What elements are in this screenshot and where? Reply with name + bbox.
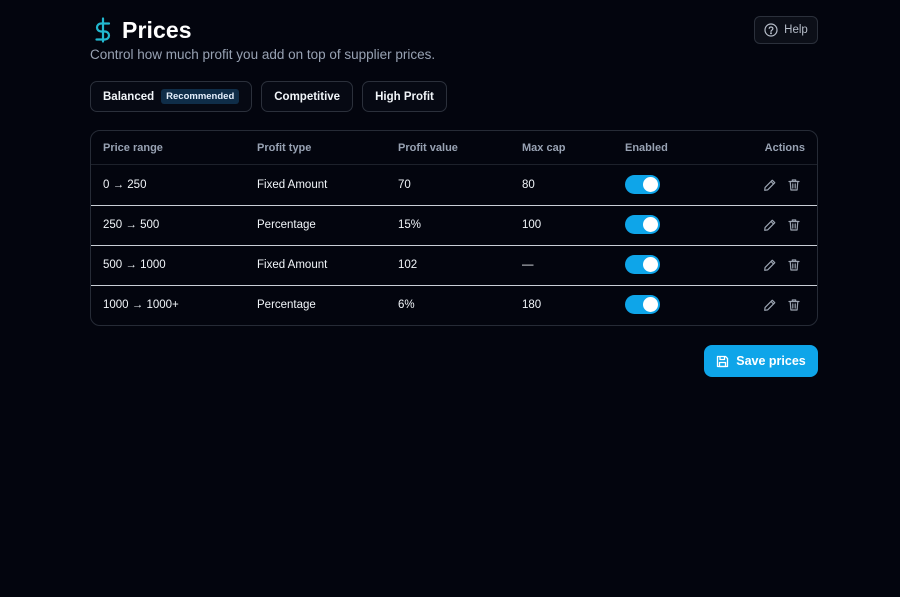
profit-value-cell: 102 [398,259,418,271]
max-cap-cell: 80 [522,179,535,191]
enabled-toggle[interactable] [625,255,660,274]
help-button-label: Help [784,24,808,36]
price-range-cell: 0 → 250 [103,179,147,191]
preset-label: Balanced [103,90,155,103]
profit-type-cell: Fixed Amount [257,259,328,271]
save-button-label: Save prices [736,354,806,368]
column-header-enabled: Enabled [625,142,668,154]
max-cap-cell: — [522,259,534,271]
price-range-cell: 500 → 1000 [103,259,166,271]
profit-type-cell: Percentage [257,299,316,311]
dollar-icon [92,16,114,44]
preset-label: Competitive [274,90,341,103]
save-prices-button[interactable]: Save prices [704,345,818,377]
table-row: 250 → 500 Percentage 15% 100 [91,206,817,246]
pencil-icon[interactable] [763,218,777,232]
title-row: Prices [90,14,192,46]
row-actions [763,178,801,192]
trash-icon[interactable] [787,218,801,232]
row-actions [763,298,801,312]
column-header-profit-value: Profit value [398,142,458,154]
prices-page: Prices Control how much profit you add o… [0,0,900,597]
preset-high-profit[interactable]: High Profit [362,81,447,112]
profit-value-cell: 15% [398,219,422,231]
column-header-actions: Actions [764,142,805,154]
profit-value-cell: 70 [398,179,411,191]
page-header: Prices Control how much profit you add o… [90,14,818,64]
preset-balanced[interactable]: Balanced Recommended [90,81,253,112]
trash-icon[interactable] [787,178,801,192]
toggle-knob [643,297,658,312]
profit-value-cell: 6% [398,299,415,311]
table-row: 500 → 1000 Fixed Amount 102 — [91,246,817,286]
price-range-cell: 250 → 500 [103,219,160,231]
column-header-price-range: Price range [103,142,163,154]
table-row: 1000 → 1000+ Percentage 6% 180 [91,286,817,325]
column-header-max-cap: Max cap [522,142,566,154]
table-row: 0 → 250 Fixed Amount 70 80 [91,166,817,206]
max-cap-cell: 180 [522,299,542,311]
toggle-knob [643,177,658,192]
pencil-icon[interactable] [763,178,777,192]
page-title: Prices [122,16,192,43]
max-cap-cell: 100 [522,219,542,231]
help-circle-icon [764,23,778,37]
profit-type-cell: Percentage [257,219,316,231]
pricing-table: Price range Profit type Profit value Max… [90,130,818,326]
preset-competitive[interactable]: Competitive [261,81,354,112]
enabled-toggle[interactable] [625,215,660,234]
trash-icon[interactable] [787,258,801,272]
enabled-toggle[interactable] [625,175,660,194]
table-header: Price range Profit type Profit value Max… [91,131,817,165]
page-subtitle: Control how much profit you add on top o… [90,47,436,62]
save-icon [716,355,729,368]
toggle-knob [643,257,658,272]
pencil-icon[interactable] [763,298,777,312]
column-header-profit-type: Profit type [257,142,312,154]
recommended-badge: Recommended [161,89,240,104]
help-button[interactable]: Help [754,16,818,44]
enabled-toggle[interactable] [625,295,660,314]
trash-icon[interactable] [787,298,801,312]
row-actions [763,258,801,272]
row-actions [763,218,801,232]
price-range-cell: 1000 → 1000+ [103,299,179,311]
preset-label: High Profit [375,90,434,103]
profit-type-cell: Fixed Amount [257,179,328,191]
toggle-knob [643,217,658,232]
preset-bar: Balanced Recommended Competitive High Pr… [90,81,447,112]
pencil-icon[interactable] [763,258,777,272]
